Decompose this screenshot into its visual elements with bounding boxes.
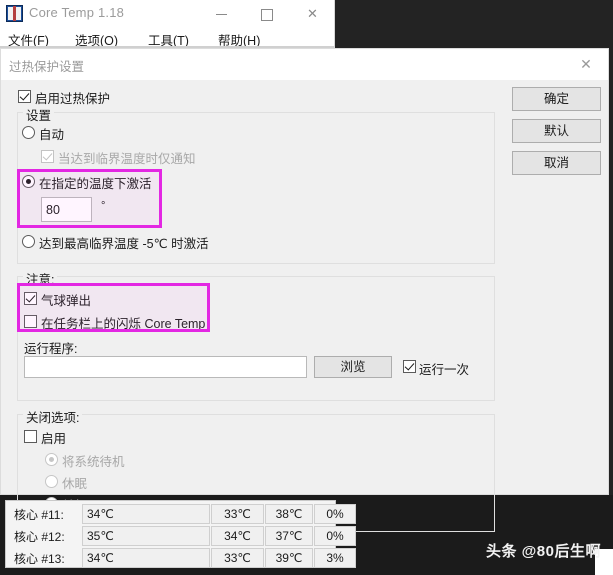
core-min-temp: 33℃ xyxy=(211,504,264,524)
core-current-temp: 34℃ xyxy=(82,504,210,524)
default-button[interactable]: 默认 xyxy=(512,119,601,143)
run-program-label: 运行程序: xyxy=(24,342,78,356)
enable-protection-checkbox[interactable] xyxy=(18,90,31,103)
radio-standby-label: 将系统待机 xyxy=(62,455,125,469)
core-min-temp: 33℃ xyxy=(211,548,264,568)
radio-auto[interactable] xyxy=(22,126,35,139)
radio-auto-label: 自动 xyxy=(39,128,65,142)
radio-max-critical-temperature-label: 达到最高临界温度 -5℃ 时激活 xyxy=(39,237,209,251)
main-window-titlebar: Core Temp 1.18 ✕ xyxy=(0,0,334,28)
run-once-checkbox[interactable] xyxy=(403,360,416,373)
core-temp-app-icon xyxy=(6,5,23,22)
radio-hibernate xyxy=(45,475,58,488)
settings-group-legend: 设置 xyxy=(23,105,55,124)
cancel-button[interactable]: 取消 xyxy=(512,151,601,175)
minimize-button[interactable] xyxy=(199,0,244,28)
main-menu-bar: 文件(F) 选项(O) 工具(T) 帮助(H) xyxy=(0,28,334,48)
browse-button[interactable]: 浏览 xyxy=(314,356,392,378)
main-window-title: Core Temp 1.18 xyxy=(29,5,125,20)
core-label: 核心 #12: xyxy=(14,530,65,544)
core-min-temp: 34℃ xyxy=(211,526,264,546)
core-label: 核心 #13: xyxy=(14,552,65,566)
core-current-temp: 35℃ xyxy=(82,526,210,546)
maximize-button[interactable] xyxy=(244,0,289,28)
core-max-temp: 39℃ xyxy=(265,548,313,568)
overheat-protection-dialog: 过热保护设置 ✕ 启用过热保护 设置 自动 当达到临界温度时仅通知 在指定的温度… xyxy=(0,48,609,536)
core-max-temp: 37℃ xyxy=(265,526,313,546)
run-program-input[interactable] xyxy=(24,356,307,378)
notify-only-label: 当达到临界温度时仅通知 xyxy=(58,152,196,166)
core-load: 0% xyxy=(314,504,356,524)
dialog-close-icon[interactable]: ✕ xyxy=(564,49,608,79)
dialog-body: 启用过热保护 设置 自动 当达到临界温度时仅通知 在指定的温度下激活 ° 达到最… xyxy=(1,80,608,536)
shutdown-enable-checkbox[interactable] xyxy=(24,430,37,443)
run-once-label: 运行一次 xyxy=(419,363,470,377)
table-row: 核心 #13: 34℃ 33℃ 39℃ 3% xyxy=(6,547,356,569)
watermark: 头条 @80后生啊 xyxy=(486,543,601,560)
highlight-box-notifications xyxy=(17,283,210,332)
radio-standby xyxy=(45,453,58,466)
core-max-temp: 38℃ xyxy=(265,504,313,524)
core-current-temp: 34℃ xyxy=(82,548,210,568)
radio-max-critical-temperature[interactable] xyxy=(22,235,35,248)
screenshot-root: Core Temp 1.18 ✕ 文件(F) 选项(O) 工具(T) 帮助(H)… xyxy=(0,0,613,575)
core-load: 0% xyxy=(314,526,356,546)
dialog-titlebar: 过热保护设置 ✕ xyxy=(1,49,608,80)
shutdown-enable-label: 启用 xyxy=(41,432,67,446)
table-row: 核心 #11: 34℃ 33℃ 38℃ 0% xyxy=(6,503,356,525)
core-temperature-table: 核心 #11: 34℃ 33℃ 38℃ 0% 核心 #12: 35℃ 34℃ 3… xyxy=(5,500,356,569)
dialog-title: 过热保护设置 xyxy=(9,60,85,74)
notify-only-checkbox xyxy=(41,150,54,163)
highlight-box-temperature xyxy=(17,169,162,228)
core-label: 核心 #11: xyxy=(14,508,64,522)
radio-hibernate-label: 休眠 xyxy=(62,477,88,491)
close-icon[interactable]: ✕ xyxy=(290,0,335,28)
core-temp-main-window: Core Temp 1.18 ✕ 文件(F) 选项(O) 工具(T) 帮助(H) xyxy=(0,0,335,48)
table-row: 核心 #12: 35℃ 34℃ 37℃ 0% xyxy=(6,525,356,547)
core-load: 3% xyxy=(314,548,356,568)
ok-button[interactable]: 确定 xyxy=(512,87,601,111)
shutdown-group-legend: 关闭选项: xyxy=(23,407,83,426)
